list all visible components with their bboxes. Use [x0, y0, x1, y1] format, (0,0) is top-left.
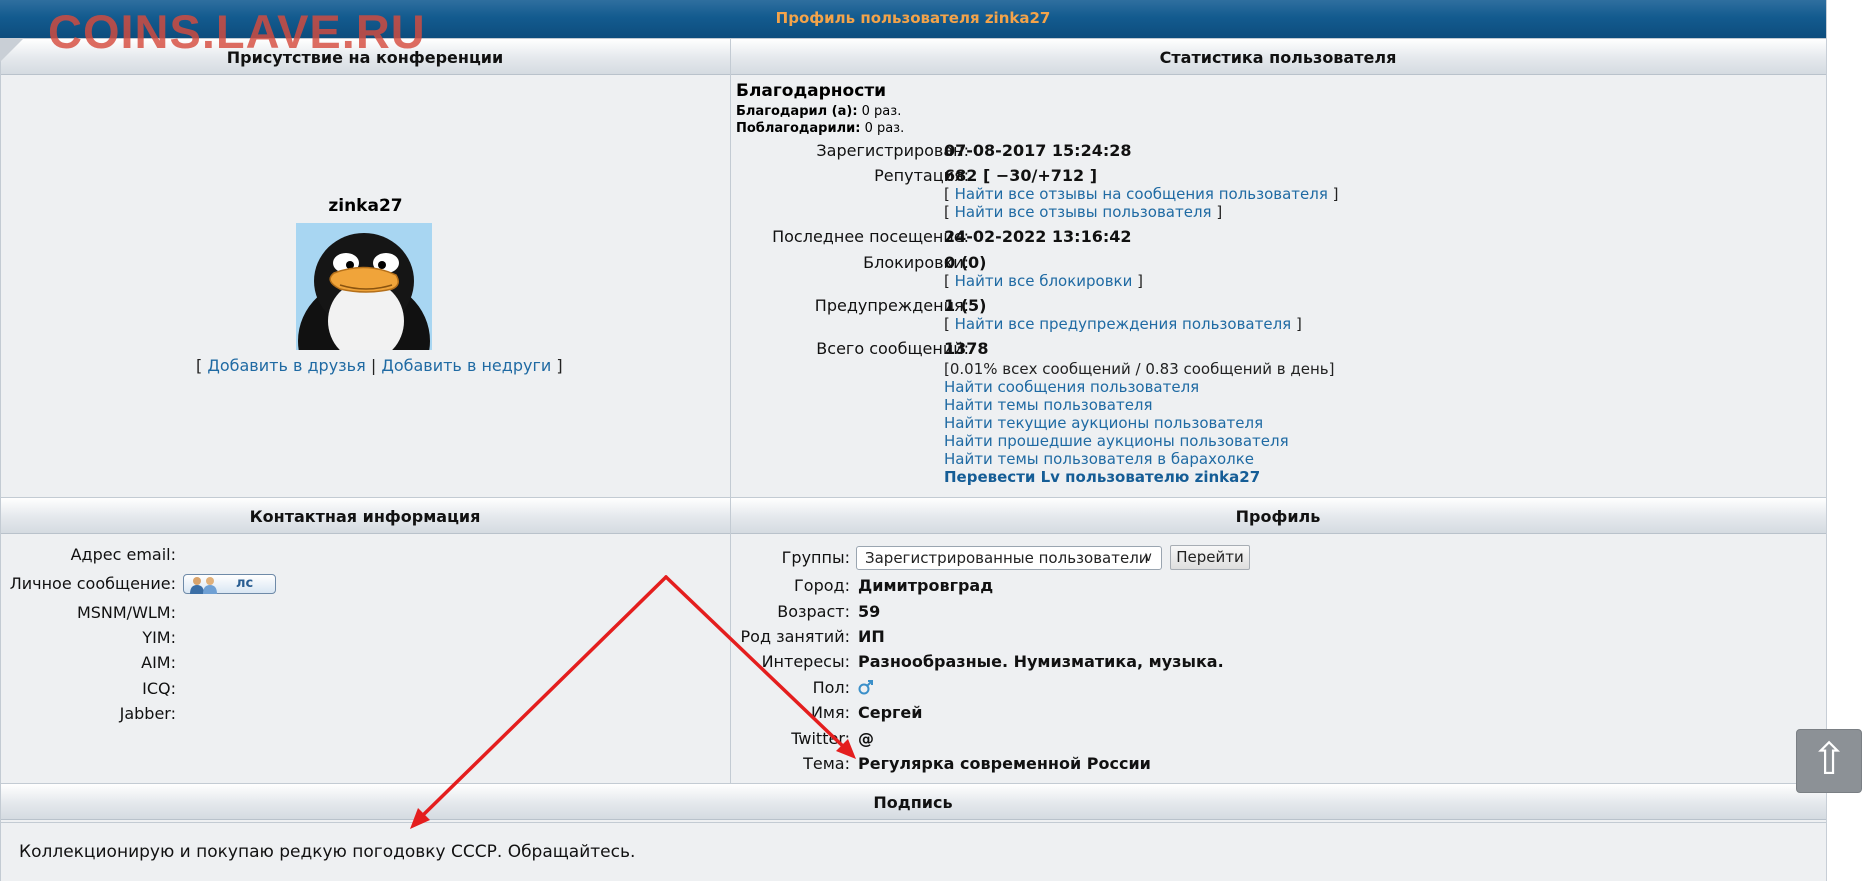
- column-divider: [730, 38, 731, 783]
- occupation-label: Род занятий:: [740, 627, 851, 646]
- gender-label: Пол:: [812, 678, 850, 697]
- profile-frame: [0, 0, 1827, 881]
- user-avatar: [296, 223, 432, 350]
- friends-actions: [ Добавить в друзья | Добавить в недруги…: [196, 356, 563, 375]
- add-foe-link[interactable]: Добавить в недруги: [381, 356, 551, 375]
- interests-value: Разнообразные. Нумизматика, музыка.: [858, 652, 1224, 671]
- flea-market-topics-link[interactable]: Найти темы пользователя в барахолке: [944, 450, 1254, 468]
- bracket-open: [: [944, 315, 950, 333]
- people-icon: [190, 577, 217, 594]
- posts-detail: [0.01% всех сообщений / 0.83 сообщений в…: [944, 360, 1335, 378]
- separator: |: [370, 356, 377, 375]
- section-header-stats: Статистика пользователя: [730, 38, 1826, 75]
- city-value: Димитровград: [858, 576, 994, 595]
- posts-value: 1378: [944, 339, 989, 358]
- reputation-link1-row: [ Найти все отзывы на сообщения пользова…: [944, 185, 1339, 203]
- topic-label: Тема:: [803, 754, 850, 773]
- blocks-link-row: [ Найти все блокировки ]: [944, 272, 1143, 290]
- registered-value: 07-08-2017 15:24:28: [944, 141, 1132, 160]
- section-header-contact: Контактная информация: [0, 497, 730, 534]
- thanked-row: Благодарил (а): 0 раз.: [736, 104, 901, 119]
- was-thanked-label: Поблагодарили:: [736, 121, 861, 136]
- pm-label: Личное сообщение:: [9, 574, 176, 593]
- thanks-title: Благодарности: [736, 81, 887, 101]
- twitter-value: @: [858, 729, 874, 748]
- male-gender-icon: [858, 680, 873, 695]
- bracket-open: [: [944, 185, 950, 203]
- chevron-down-icon: ∨: [1143, 550, 1153, 565]
- private-message-button[interactable]: лс: [183, 574, 276, 594]
- blocks-value: 0 (0): [944, 253, 987, 272]
- bracket-open: [: [944, 272, 950, 290]
- warnings-link[interactable]: Найти все предупреждения пользователя: [955, 315, 1292, 333]
- msnm-label: MSNM/WLM:: [76, 603, 176, 622]
- email-label: Адрес email:: [70, 545, 176, 564]
- name-value: Сергей: [858, 703, 923, 722]
- bracket-close: ]: [556, 356, 563, 375]
- last-visit-value: 24-02-2022 13:16:42: [944, 227, 1132, 246]
- scroll-to-top-button[interactable]: ⇧: [1796, 729, 1862, 793]
- arrow-up-icon: ⇧: [1810, 734, 1848, 785]
- warnings-link-row: [ Найти все предупреждения пользователя …: [944, 315, 1302, 333]
- current-auctions-link[interactable]: Найти текущие аукционы пользователя: [944, 414, 1263, 432]
- warnings-value: 1 (5): [944, 296, 987, 315]
- section-header-signature: Подпись: [0, 783, 1826, 820]
- blocks-link[interactable]: Найти все блокировки: [955, 272, 1133, 290]
- thanked-label: Благодарил (а):: [736, 104, 858, 119]
- bracket-close: ]: [1216, 203, 1223, 221]
- site-watermark: COINS.LAVE.RU: [48, 5, 426, 58]
- yim-label: YIM:: [142, 628, 176, 647]
- occupation-value: ИП: [858, 627, 885, 646]
- user-topics-link[interactable]: Найти темы пользователя: [944, 396, 1153, 414]
- corner-fold-icon: [0, 38, 24, 62]
- age-label: Возраст:: [777, 602, 850, 621]
- profile-username: zinka27: [328, 196, 403, 216]
- interests-label: Интересы:: [761, 652, 850, 671]
- was-thanked-row: Поблагодарили: 0 раз.: [736, 121, 904, 136]
- user-posts-link[interactable]: Найти сообщения пользователя: [944, 378, 1199, 396]
- section-header-profile: Профиль: [730, 497, 1826, 534]
- bracket-close: ]: [1137, 272, 1144, 290]
- bracket-open: [: [944, 203, 950, 221]
- transfer-lv-link[interactable]: Перевести Lv пользователю zinka27: [944, 468, 1260, 486]
- reputation-link2-row: [ Найти все отзывы пользователя ]: [944, 203, 1222, 221]
- twitter-label: Twitter:: [791, 729, 850, 748]
- topic-value: Регулярка современной России: [858, 754, 1151, 773]
- left-border: [0, 38, 1, 881]
- reputation-value: 682 [ −30/+712 ]: [944, 166, 1098, 185]
- add-friend-link[interactable]: Добавить в друзья: [207, 356, 365, 375]
- pm-button-label: лс: [236, 576, 254, 591]
- last-visit-label: Последнее посещение:: [772, 227, 969, 246]
- age-value: 59: [858, 602, 881, 621]
- bracket-close: ]: [1332, 185, 1339, 203]
- aim-label: AIM:: [141, 653, 176, 672]
- thanked-value: 0 раз.: [861, 104, 902, 119]
- user-feedback-link[interactable]: Найти все отзывы пользователя: [955, 203, 1212, 221]
- penguin-avatar-icon: [296, 223, 432, 350]
- bracket-open: [: [196, 356, 203, 375]
- past-auctions-link[interactable]: Найти прошедшие аукционы пользователя: [944, 432, 1289, 450]
- signature-divider: [0, 822, 1826, 823]
- was-thanked-value: 0 раз.: [864, 121, 905, 136]
- jabber-label: Jabber:: [119, 704, 176, 723]
- groups-label: Группы:: [781, 548, 850, 567]
- icq-label: ICQ:: [142, 679, 176, 698]
- name-label: Имя:: [810, 703, 850, 722]
- bracket-close: ]: [1295, 315, 1302, 333]
- groups-selected-value: Зарегистрированные пользователи: [865, 549, 1149, 567]
- signature-text: Коллекционирую и покупаю редкую погодовк…: [19, 842, 636, 862]
- groups-select[interactable]: Зарегистрированные пользователи ∨: [856, 546, 1162, 570]
- go-button[interactable]: Перейти: [1170, 545, 1250, 570]
- city-label: Город:: [794, 576, 850, 595]
- reputation-feedback-link[interactable]: Найти все отзывы на сообщения пользовате…: [955, 185, 1328, 203]
